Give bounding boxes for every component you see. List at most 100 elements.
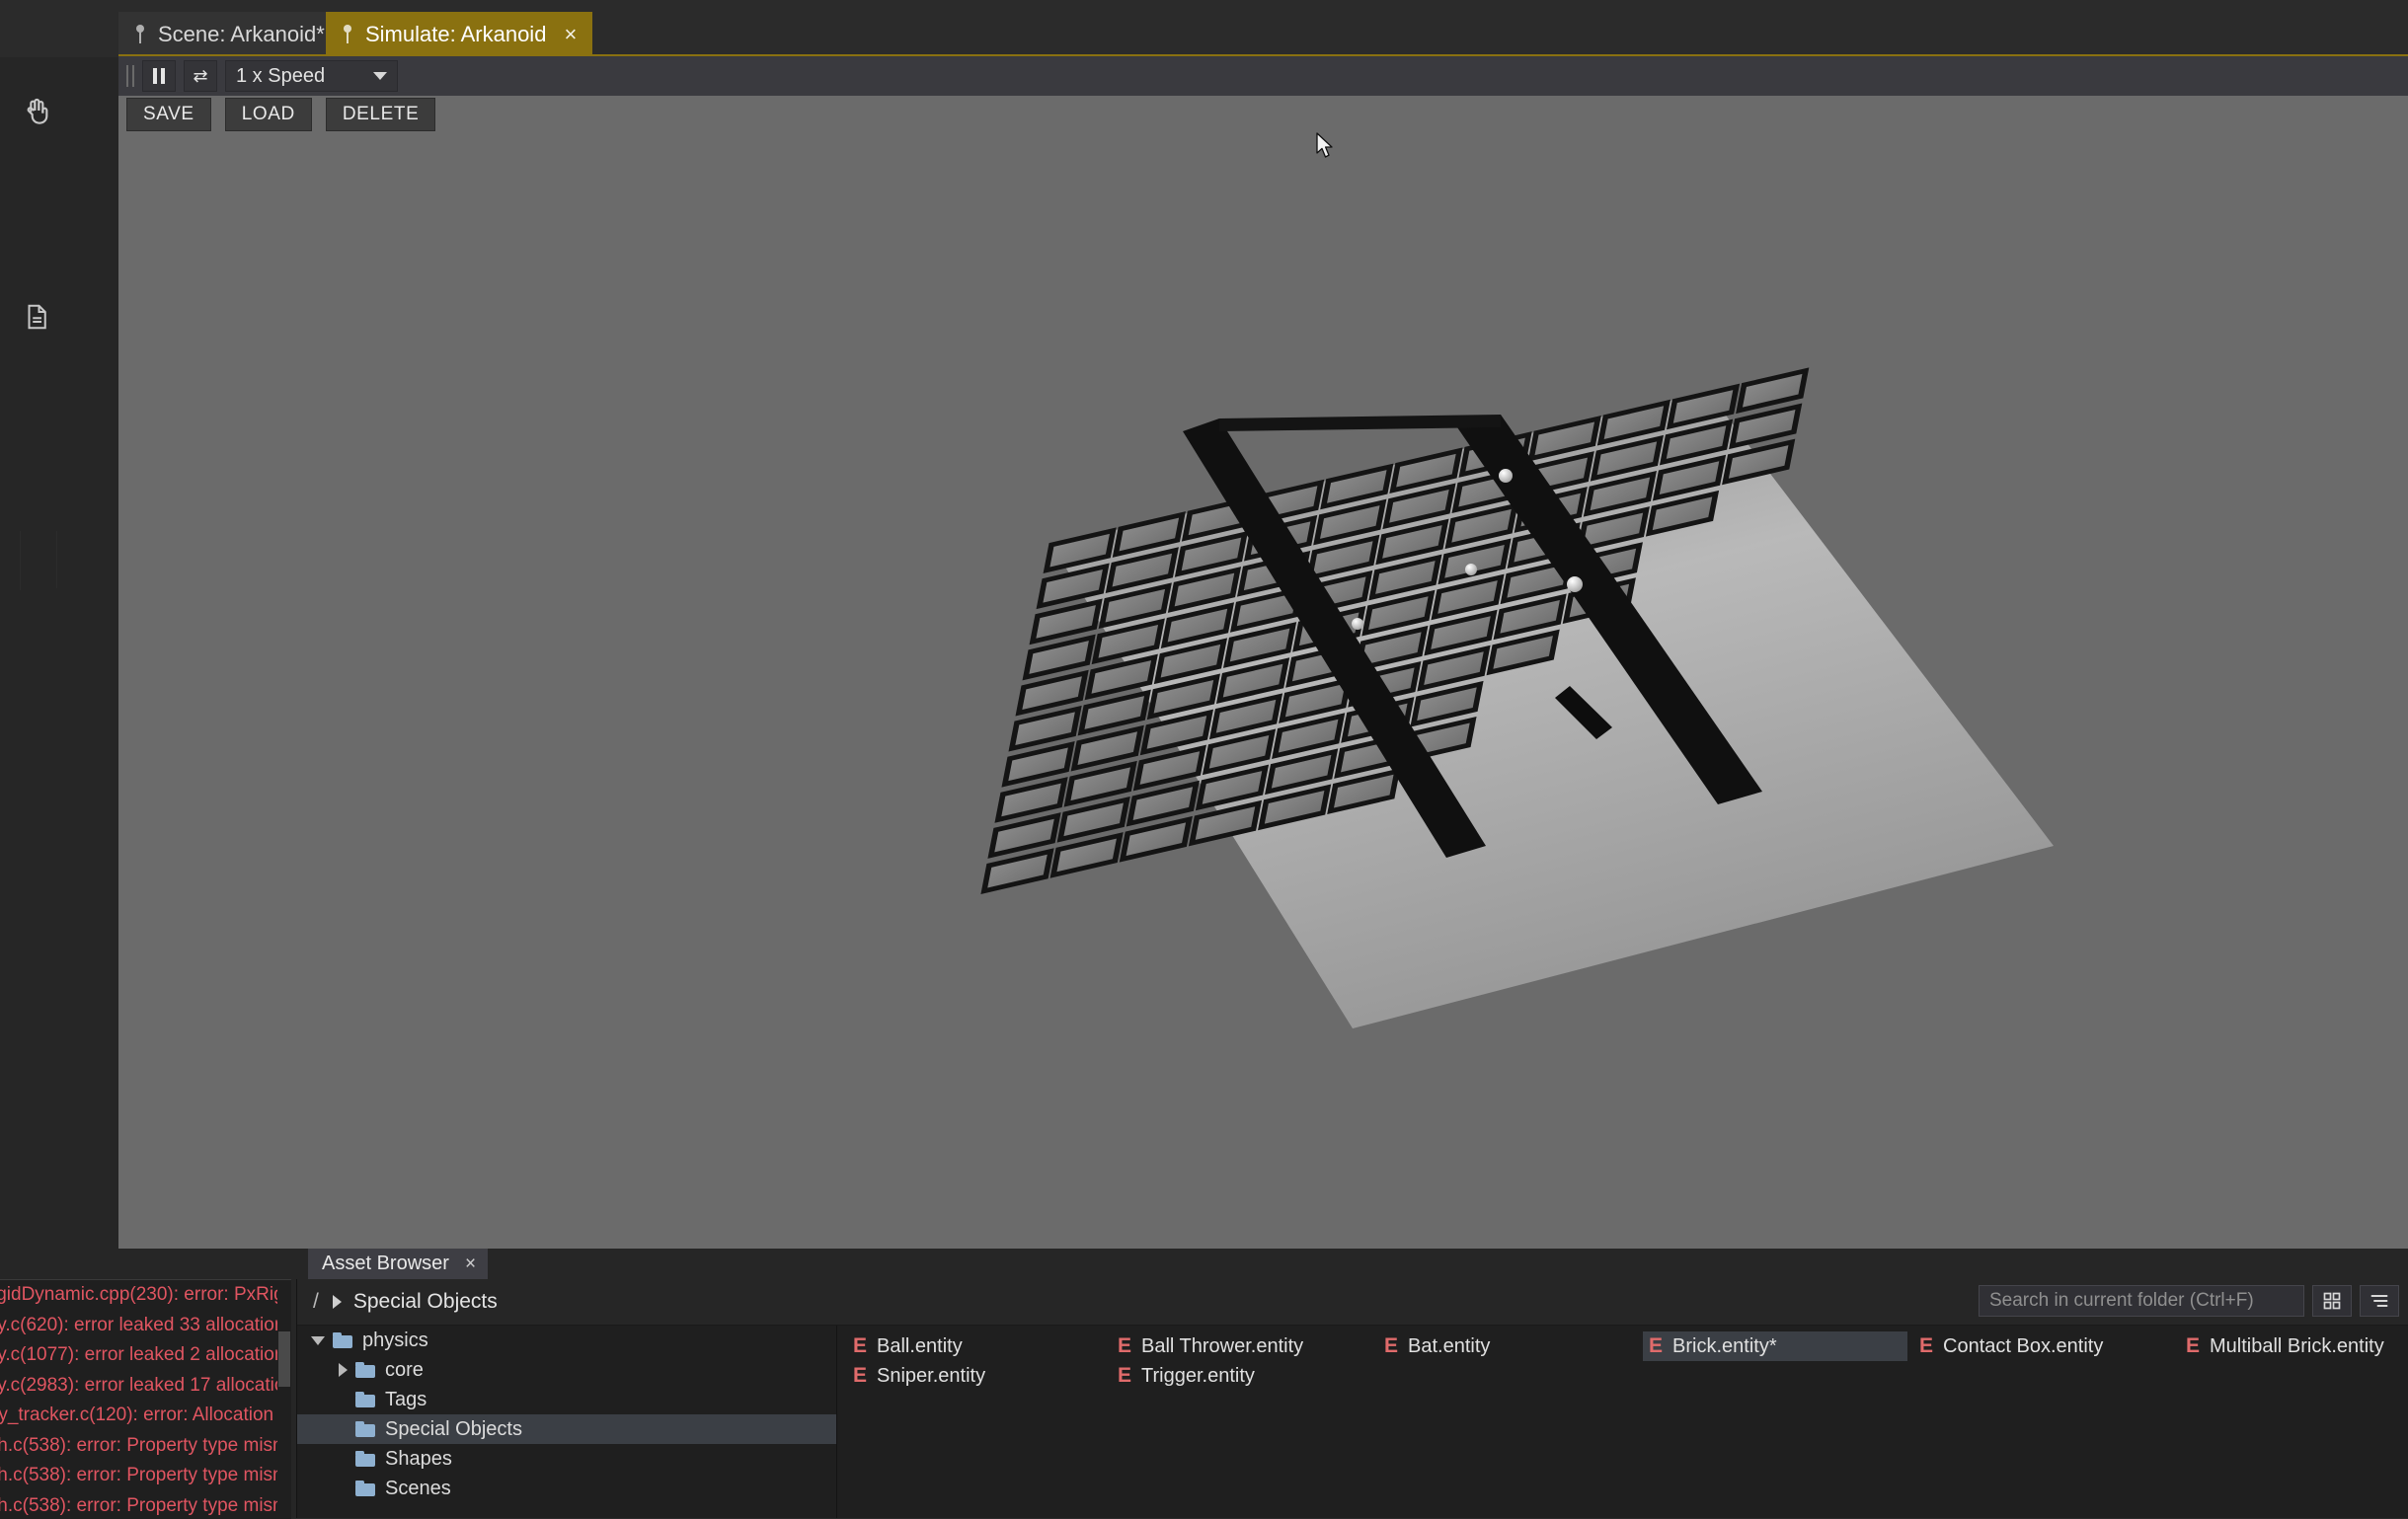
load-button[interactable]: LOAD: [225, 98, 312, 131]
entity-file-icon: E: [1118, 1334, 1131, 1358]
file-item[interactable]: E Bat.entity: [1378, 1331, 1498, 1361]
log-line: ry_tracker.c(120): error: Allocation s: [0, 1401, 291, 1431]
tree-spacer: [339, 1425, 348, 1434]
tab-asset-browser[interactable]: Asset Browser ×: [308, 1249, 488, 1279]
tree-item-label: physics: [362, 1329, 428, 1352]
pin-icon: [134, 24, 148, 45]
tree-row[interactable]: Scenes: [297, 1474, 836, 1503]
tree-spacer: [339, 1484, 348, 1493]
log-panel[interactable]: igidDynamic.cpp(230): error: PxRigid ty.…: [0, 1279, 291, 1519]
close-icon[interactable]: ×: [465, 1253, 476, 1275]
grid-view-icon[interactable]: [2312, 1285, 2352, 1317]
bottom-dock: igidDynamic.cpp(230): error: PxRigid ty.…: [0, 1249, 2408, 1518]
toolbar-drag-handle[interactable]: [126, 65, 134, 87]
tree-row-selected[interactable]: Special Objects: [297, 1414, 836, 1444]
tab-scene-label: Scene: Arkanoid*: [158, 22, 325, 47]
tree-item-label: Scenes: [385, 1478, 451, 1500]
tab-simulate-arkanoid[interactable]: Simulate: Arkanoid ×: [326, 12, 592, 57]
log-line: igidDynamic.cpp(230): error: PxRigid: [0, 1280, 291, 1311]
caret-right-icon[interactable]: [333, 1295, 342, 1309]
tree-item-label: core: [385, 1359, 424, 1382]
tab-asset-browser-label: Asset Browser: [322, 1253, 449, 1275]
folder-icon: [355, 1481, 375, 1496]
simulation-toolbar: ⇄ 1 x Speed: [118, 54, 2408, 96]
arkanoid-scene-render: [118, 96, 2408, 1249]
folder-icon: [333, 1332, 352, 1348]
folder-icon: [355, 1392, 375, 1407]
file-item-selected[interactable]: E Brick.entity*: [1643, 1331, 1907, 1361]
filter-icon[interactable]: [2360, 1285, 2399, 1317]
document-icon[interactable]: [22, 302, 53, 334]
folder-icon: [355, 1362, 375, 1378]
collapsed-panel-outline: [20, 531, 100, 590]
tree-spacer: [339, 1396, 348, 1405]
close-icon[interactable]: ×: [564, 24, 577, 45]
file-item-label: Multiball Brick.entity: [2210, 1335, 2384, 1358]
entity-file-icon: E: [1649, 1334, 1663, 1358]
file-item[interactable]: E Ball Thrower.entity: [1112, 1331, 1311, 1361]
file-item[interactable]: E Sniper.entity: [847, 1361, 993, 1391]
asset-browser-toolbar: [1979, 1285, 2399, 1317]
editor-window: Scene: Arkanoid* Simulate: Arkanoid ×: [0, 0, 2408, 1518]
file-item-label: Ball Thrower.entity: [1141, 1335, 1303, 1358]
tree-item-label: Special Objects: [385, 1418, 522, 1441]
log-line: ty.c(620): error leaked 33 allocation: [0, 1311, 291, 1341]
file-item-label: Trigger.entity: [1141, 1365, 1255, 1388]
entity-file-icon: E: [853, 1334, 867, 1358]
entity-file-icon: E: [2186, 1334, 2200, 1358]
breadcrumb-root[interactable]: /: [313, 1290, 319, 1314]
folder-tree[interactable]: physics core Tags Special Objects: [297, 1326, 837, 1518]
tree-row[interactable]: Tags: [297, 1385, 836, 1414]
log-line: th.c(538): error: Property type mism: [0, 1431, 291, 1462]
folder-icon: [355, 1421, 375, 1437]
file-item-label: Brick.entity*: [1672, 1335, 1777, 1358]
file-item[interactable]: E Multiball Brick.entity: [2180, 1331, 2392, 1361]
tree-row[interactable]: Shapes: [297, 1444, 836, 1474]
tree-item-label: Shapes: [385, 1448, 452, 1471]
tree-row[interactable]: core: [297, 1355, 836, 1385]
log-line: ty.c(1077): error leaked 2 allocation: [0, 1340, 291, 1371]
loop-button[interactable]: ⇄: [184, 60, 217, 92]
speed-dropdown-value: 1 x Speed: [236, 65, 325, 88]
scene-persistence-buttons: SAVE LOAD DELETE: [126, 98, 435, 131]
file-item[interactable]: E Ball.entity: [847, 1331, 971, 1361]
hand-icon[interactable]: [22, 95, 53, 126]
speed-dropdown[interactable]: 1 x Speed: [225, 60, 398, 92]
tree-spacer: [339, 1455, 348, 1464]
file-item-label: Contact Box.entity: [1943, 1335, 2103, 1358]
top-tab-bar: Scene: Arkanoid* Simulate: Arkanoid ×: [0, 0, 2408, 57]
log-line: th.c(538): error: Property type mism: [0, 1491, 291, 1519]
file-item-label: Bat.entity: [1408, 1335, 1490, 1358]
entity-file-icon: E: [1919, 1334, 1933, 1358]
log-line: th.c(538): error: Property type mism: [0, 1461, 291, 1491]
search-input[interactable]: [1979, 1285, 2304, 1317]
tree-row[interactable]: physics: [297, 1326, 836, 1355]
entity-file-icon: E: [1118, 1364, 1131, 1388]
save-button[interactable]: SAVE: [126, 98, 211, 131]
tree-item-label: Tags: [385, 1389, 427, 1411]
entity-file-icon: E: [1384, 1334, 1398, 1358]
breadcrumb-current[interactable]: Special Objects: [353, 1290, 498, 1314]
file-item-label: Ball.entity: [877, 1335, 963, 1358]
simulation-viewport[interactable]: [118, 96, 2408, 1249]
asset-browser-panel: / Special Objects: [296, 1279, 2408, 1518]
chevron-down-icon: [373, 72, 387, 80]
file-item[interactable]: E Trigger.entity: [1112, 1361, 1263, 1391]
tab-scene-arkanoid[interactable]: Scene: Arkanoid*: [118, 12, 341, 57]
loop-icon: ⇄: [193, 67, 207, 85]
file-item-label: Sniper.entity: [877, 1365, 985, 1388]
file-item[interactable]: E Contact Box.entity: [1913, 1331, 2111, 1361]
log-scrollbar[interactable]: [277, 1280, 291, 1519]
asset-file-list[interactable]: E Ball.entity E Ball Thrower.entity E Ba…: [837, 1326, 2408, 1518]
pause-button[interactable]: [142, 60, 176, 92]
pause-icon: [153, 68, 165, 84]
log-scrollbar-thumb[interactable]: [278, 1331, 290, 1387]
log-line: ty.c(2983): error leaked 17 allocatio: [0, 1371, 291, 1402]
chevron-right-icon[interactable]: [339, 1363, 348, 1377]
asset-browser-tabstrip: Asset Browser ×: [296, 1249, 2408, 1279]
entity-file-icon: E: [853, 1364, 867, 1388]
folder-icon: [355, 1451, 375, 1467]
chevron-down-icon[interactable]: [311, 1336, 325, 1345]
delete-button[interactable]: DELETE: [326, 98, 436, 131]
breadcrumb: / Special Objects: [297, 1279, 2408, 1326]
